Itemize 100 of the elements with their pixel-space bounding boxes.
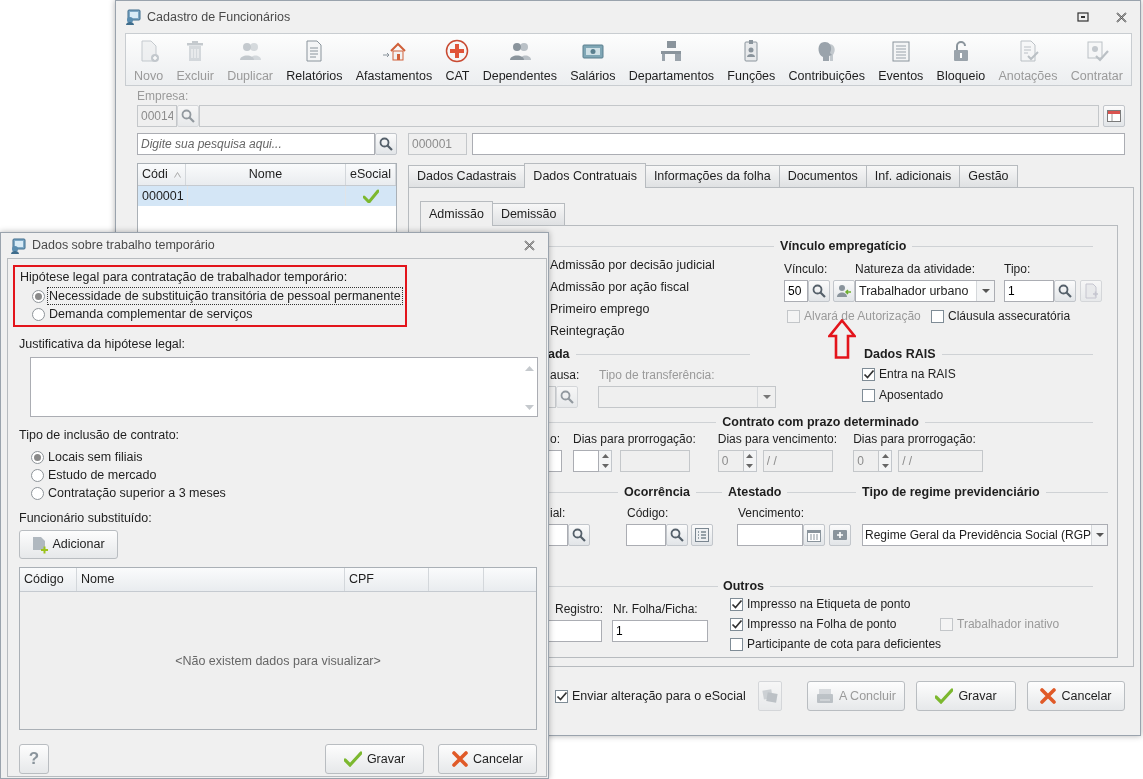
field-label: Tipo de transferência: xyxy=(598,368,716,382)
search-button[interactable] xyxy=(808,280,830,302)
checkbox[interactable] xyxy=(931,309,944,323)
checkbox[interactable] xyxy=(730,637,743,651)
toolbar-button[interactable]: Afastamentos xyxy=(355,36,433,85)
down-arrow-icon xyxy=(524,405,534,410)
up-arrow-icon xyxy=(746,454,754,458)
input-field[interactable]: 50 xyxy=(784,280,808,302)
list-button[interactable] xyxy=(691,524,713,546)
checkbox[interactable] xyxy=(555,689,568,703)
toolbar-button[interactable]: Contribuições xyxy=(788,36,865,85)
checkbox[interactable] xyxy=(862,388,875,402)
toolbar-button[interactable]: Eventos xyxy=(878,36,924,85)
tab[interactable]: Inf. adicionais xyxy=(865,165,961,187)
checkbox-label[interactable]: Aposentado xyxy=(879,388,944,402)
add-person-button[interactable] xyxy=(833,280,855,302)
calendar-button[interactable] xyxy=(803,524,825,546)
search-button[interactable] xyxy=(556,386,578,408)
spinner-field[interactable] xyxy=(573,450,612,472)
radio-button[interactable] xyxy=(31,468,44,482)
list-row[interactable]: 000001 xyxy=(138,186,396,206)
input-field[interactable] xyxy=(548,620,602,642)
cancel-button[interactable]: Cancelar xyxy=(438,744,537,774)
table-cell-text: 000001 xyxy=(141,188,185,205)
search-button[interactable] xyxy=(568,524,590,546)
checkbox-label[interactable]: Primeiro emprego xyxy=(548,302,762,324)
tab[interactable]: Gestão xyxy=(959,165,1018,187)
radio-button[interactable] xyxy=(32,307,45,321)
save-button[interactable]: Gravar xyxy=(325,744,424,774)
column-header[interactable]: CPF xyxy=(345,568,429,591)
add-button[interactable] xyxy=(829,524,851,546)
radio-button[interactable] xyxy=(32,289,45,303)
toolbar-button[interactable]: CAT xyxy=(445,36,470,85)
radio-button[interactable] xyxy=(31,450,44,464)
column-header[interactable]: eSocial xyxy=(346,164,396,185)
caret-icon xyxy=(1095,533,1104,537)
toolbar-button[interactable]: Dependentes xyxy=(482,36,558,85)
checkbox-label[interactable]: Admissão por decisão judicial xyxy=(548,258,762,280)
save-button[interactable]: Gravar xyxy=(916,681,1016,711)
checkbox-label[interactable]: Entra na RAIS xyxy=(879,367,956,381)
checkbox-label[interactable]: Impresso na Folha de ponto xyxy=(747,617,897,631)
search-field[interactable]: Digite sua pesquisa aqui... xyxy=(137,133,375,155)
toolbar-button[interactable]: Bloqueio xyxy=(936,36,986,85)
tab[interactable]: Documentos xyxy=(778,165,867,187)
checkbox-label[interactable]: Impresso na Etiqueta de ponto xyxy=(747,597,911,611)
cancel-button[interactable]: Cancelar xyxy=(1027,681,1125,711)
search-button[interactable] xyxy=(666,524,688,546)
checkbox-label[interactable]: Participante de cota para deficientes xyxy=(747,637,942,651)
radio-label[interactable]: Necessidade de substituição transitória de pessoal permanente xyxy=(49,289,401,303)
toolbar-button[interactable]: Departamentos xyxy=(628,36,715,85)
radio-label[interactable]: Locais sem filiais xyxy=(48,450,143,464)
date-field[interactable] xyxy=(737,524,803,546)
field-label: Tipo de inclusão de contrato: xyxy=(19,428,181,442)
checkbox[interactable] xyxy=(862,367,875,381)
column-header[interactable]: Códi xyxy=(138,164,186,185)
toolbar-button[interactable]: Funções xyxy=(727,36,776,85)
search-button[interactable] xyxy=(177,105,199,127)
section-title: Dados RAIS xyxy=(864,345,936,363)
tab[interactable]: Dados Contratuais xyxy=(524,163,646,188)
input-field[interactable]: 1 xyxy=(1004,280,1054,302)
toolbar-button[interactable]: Relatórios xyxy=(286,36,343,85)
checkbox-label[interactable]: Cláusula assecuratória xyxy=(948,309,1071,323)
field-label: Justificativa da hipótese legal: xyxy=(19,337,187,351)
search-button[interactable] xyxy=(375,133,397,155)
checkbox-label[interactable]: Enviar alteração para o eSocial xyxy=(572,689,746,703)
input-field[interactable] xyxy=(626,524,666,546)
tab[interactable]: Informações da folha xyxy=(644,165,780,187)
dropdown[interactable]: Regime Geral da Previdência Social (RGP xyxy=(862,524,1109,546)
checkbox-label[interactable]: Admissão por ação fiscal xyxy=(548,280,762,302)
window-title: Dados sobre trabalho temporário xyxy=(32,237,215,255)
checkbox-label[interactable]: Reintegração xyxy=(548,324,762,346)
dropdown[interactable] xyxy=(598,386,776,408)
toolbar-button[interactable]: Salários xyxy=(570,36,616,85)
column-header[interactable]: Nome xyxy=(186,164,346,185)
tab[interactable]: Dados Cadastrais xyxy=(408,165,526,187)
radio-label[interactable]: Demanda complementar de serviços xyxy=(49,307,253,321)
text-area[interactable] xyxy=(30,357,538,417)
radio-button[interactable] xyxy=(31,486,44,500)
radio-label[interactable]: Contratação superior a 3 meses xyxy=(48,486,226,500)
search-button[interactable] xyxy=(1054,280,1076,302)
search-icon xyxy=(560,390,574,404)
record-name-field[interactable] xyxy=(472,133,1125,155)
input-field[interactable]: 1 xyxy=(612,620,708,642)
dropdown[interactable]: Trabalhador urbano xyxy=(855,280,995,302)
company-name-field[interactable] xyxy=(199,105,1099,127)
desk-icon xyxy=(659,39,684,63)
checkbox[interactable] xyxy=(730,617,743,631)
checkbox[interactable] xyxy=(730,597,743,611)
radio-label[interactable]: Estudo de mercado xyxy=(48,468,157,482)
input-field[interactable] xyxy=(548,524,568,546)
down-arrow-icon xyxy=(601,464,609,468)
layout-button[interactable] xyxy=(1103,105,1125,127)
section-title: Outros xyxy=(723,577,764,595)
column-header[interactable]: Código xyxy=(20,568,77,591)
tab[interactable]: Demissão xyxy=(491,203,566,225)
column-header[interactable]: Nome xyxy=(77,568,345,591)
tab[interactable]: Admissão xyxy=(420,201,493,226)
add-button[interactable]: Adicionar xyxy=(19,530,118,559)
printer-icon xyxy=(816,688,834,704)
up-arrow-icon xyxy=(881,454,889,458)
